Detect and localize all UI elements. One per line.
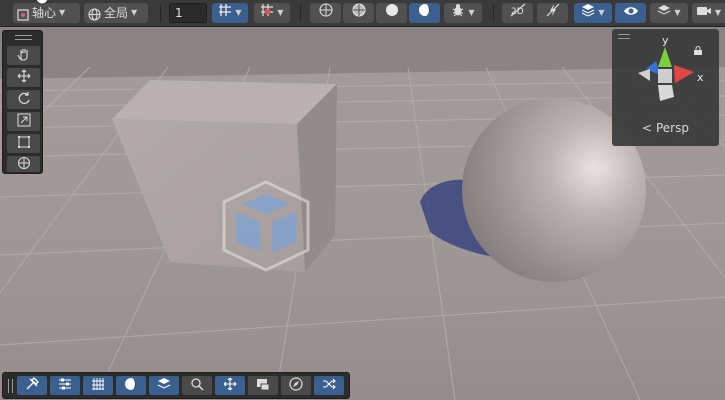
scale-icon — [17, 112, 31, 131]
hand-icon — [17, 46, 31, 65]
move-tool-button[interactable] — [7, 68, 40, 87]
grid-overlay-button[interactable] — [83, 376, 113, 395]
scene-lighting-toggle[interactable] — [537, 3, 568, 23]
shaded-wireframe-mode-button[interactable] — [343, 3, 374, 23]
lighting-icon — [546, 3, 560, 23]
transform-tool-button[interactable] — [7, 156, 40, 172]
toolbar-overlay-button[interactable] — [50, 376, 80, 395]
move-icon — [17, 68, 31, 87]
shuffle-overlay-button[interactable] — [314, 376, 344, 395]
navigation-overlay-button[interactable] — [215, 376, 245, 395]
globe-icon — [88, 7, 101, 21]
axis-neg-y-cone[interactable] — [658, 85, 674, 101]
lit-mode-button[interactable] — [409, 3, 440, 23]
transform-icon — [17, 155, 31, 174]
camera-overlay-button[interactable] — [248, 376, 278, 395]
lighting-overlay-button[interactable] — [116, 376, 146, 395]
move-arrows-icon — [223, 376, 237, 395]
chevron-down-icon: ▼ — [598, 8, 605, 17]
overlay-toolbar — [2, 372, 350, 399]
global-local-label: 全局 — [104, 6, 129, 20]
grid-snap-button[interactable]: ▼ — [212, 3, 248, 23]
render-layers-dropdown[interactable]: ▼ — [650, 3, 688, 23]
lit-sphere-icon — [124, 376, 138, 395]
grid-snap-value-field[interactable]: 1 — [169, 3, 207, 23]
toolbar-divider — [300, 4, 301, 22]
rect-tool-button[interactable] — [7, 134, 40, 153]
projection-toggle[interactable]: < Persp — [612, 121, 719, 135]
shaded-icon — [385, 3, 399, 23]
layers-eye-icon — [157, 376, 171, 395]
2d-toggle-icon: 2D — [510, 3, 526, 23]
perspective-icon: < — [642, 121, 653, 135]
chevron-down-icon: ▼ — [714, 8, 722, 17]
camera-preview-icon — [256, 376, 270, 395]
chevron-down-icon: ▼ — [674, 8, 681, 17]
transform-tools-palette — [2, 30, 43, 174]
layers-icon — [581, 3, 595, 23]
projection-label: Persp — [655, 121, 689, 135]
global-local-dropdown[interactable]: 全局 ▼ — [84, 3, 148, 23]
search-icon — [190, 376, 204, 395]
grid-snap-icon — [218, 3, 232, 23]
drag-handle[interactable] — [8, 379, 13, 393]
layers-overlay-button[interactable] — [149, 376, 179, 395]
rect-transform-icon — [17, 134, 31, 153]
gizmo-center-cube[interactable] — [658, 69, 672, 83]
bug-icon — [451, 3, 465, 23]
scene-camera-dropdown[interactable]: ▼ — [692, 3, 725, 23]
hand-tool-button[interactable] — [7, 46, 40, 65]
scale-tool-button[interactable] — [7, 112, 40, 131]
wireframe-icon — [318, 3, 333, 23]
axis-x-label: x — [697, 71, 704, 84]
chevron-down-icon: ▼ — [131, 8, 138, 17]
eye-icon — [623, 3, 639, 23]
lit-icon — [418, 3, 432, 23]
scene-layers-dropdown[interactable]: ▼ — [574, 3, 612, 23]
debug-draw-mode-dropdown[interactable]: ▼ — [444, 3, 482, 23]
compass-icon — [289, 376, 303, 395]
scene-visibility-toggle[interactable] — [615, 3, 646, 23]
increment-snap-icon — [260, 3, 274, 23]
search-overlay-button[interactable] — [182, 376, 212, 395]
pivot-icon — [17, 7, 29, 21]
rotate-tool-button[interactable] — [7, 90, 40, 109]
tools-overlay-button[interactable] — [17, 376, 47, 395]
2d-mode-toggle[interactable]: 2D — [502, 3, 533, 23]
camera-icon — [696, 3, 712, 23]
chevron-down-icon: ▼ — [59, 8, 66, 17]
scene-toolbar: 轴心 ▼ 全局 ▼ 1 ▼ ▼ ▼ 2D ▼ ▼ ▼ — [0, 0, 725, 27]
axis-gizmo-graphic[interactable]: y x — [612, 29, 719, 117]
shaded-wire-icon — [352, 3, 366, 23]
compass-overlay-button[interactable] — [281, 376, 311, 395]
toolbar-divider — [493, 4, 494, 22]
drag-handle[interactable] — [15, 35, 32, 40]
chevron-down-icon: ▼ — [277, 8, 284, 17]
svg-text:2D: 2D — [511, 7, 524, 17]
shuffle-icon — [322, 376, 336, 395]
toolbar-divider — [160, 4, 161, 22]
stack-icon — [657, 3, 671, 23]
axis-y-label: y — [662, 34, 669, 47]
wireframe-mode-button[interactable] — [310, 3, 341, 23]
axis-x-cone[interactable] — [674, 65, 694, 83]
axis-neg-x-cone[interactable] — [638, 69, 650, 81]
grid-icon — [91, 376, 105, 395]
rotate-icon — [17, 90, 31, 109]
sliders-icon — [58, 376, 72, 395]
orientation-gizmo[interactable]: y x < Persp — [612, 29, 719, 146]
axis-y-cone[interactable] — [658, 47, 672, 67]
mouse-cursor — [34, 0, 50, 8]
chevron-down-icon: ▼ — [468, 8, 475, 17]
chevron-down-icon: ▼ — [235, 8, 242, 17]
increment-snap-button[interactable]: ▼ — [254, 3, 290, 23]
shaded-mode-button[interactable] — [376, 3, 407, 23]
tools-icon — [25, 376, 39, 395]
